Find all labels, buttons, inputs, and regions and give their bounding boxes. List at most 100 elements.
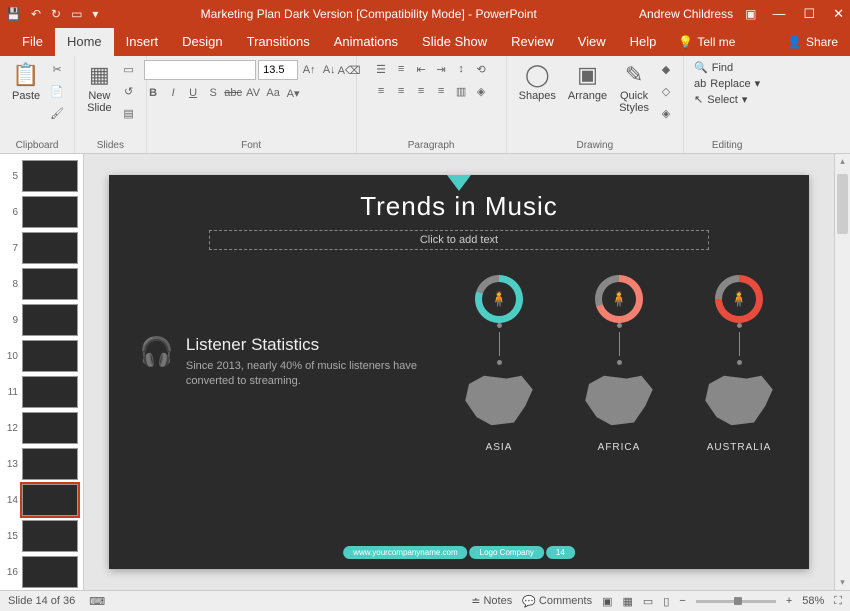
undo-icon[interactable]: ↶: [31, 7, 41, 21]
tab-design[interactable]: Design: [170, 28, 234, 56]
ribbon-options-icon[interactable]: ▣: [745, 7, 756, 21]
font-color-icon[interactable]: A▾: [284, 84, 302, 102]
thumbnail-10[interactable]: 10: [0, 338, 83, 374]
thumbnail-12[interactable]: 12: [0, 410, 83, 446]
notes-button[interactable]: ≐ Notes: [471, 595, 512, 608]
zoom-level[interactable]: 58%: [802, 595, 824, 607]
case-icon[interactable]: Aa: [264, 84, 282, 102]
reading-view-icon[interactable]: ▭: [643, 595, 653, 608]
tab-animations[interactable]: Animations: [322, 28, 410, 56]
smartart-icon[interactable]: ◈: [472, 82, 490, 100]
scroll-up-icon[interactable]: ▴: [835, 156, 850, 167]
new-slide-button[interactable]: ▦New Slide: [83, 60, 115, 116]
slide-thumbnails-panel[interactable]: 5678910111213141516: [0, 154, 84, 590]
strike-button[interactable]: abc: [224, 84, 242, 102]
region-africa[interactable]: 🧍 AFRICA: [579, 275, 659, 453]
tab-help[interactable]: Help: [618, 28, 669, 56]
numbering-icon[interactable]: ≡: [392, 60, 410, 78]
comments-button[interactable]: 💬 Comments: [522, 595, 592, 608]
thumbnail-14[interactable]: 14: [0, 482, 83, 518]
indent-icon[interactable]: ⇥: [432, 60, 450, 78]
slide-canvas-area[interactable]: Trends in Music Click to add text 🎧 List…: [84, 154, 834, 590]
select-button[interactable]: ↖Select ▾: [692, 92, 762, 107]
region-australia[interactable]: 🧍 AUSTRALIA: [699, 275, 779, 453]
tab-transitions[interactable]: Transitions: [235, 28, 322, 56]
replace-button[interactable]: abReplace ▾: [692, 76, 762, 91]
section-icon[interactable]: ▤: [120, 104, 138, 122]
minimize-icon[interactable]: —: [772, 6, 785, 22]
thumbnail-7[interactable]: 7: [0, 230, 83, 266]
arrange-button[interactable]: ▣Arrange: [564, 60, 611, 104]
cut-icon[interactable]: ✂: [48, 60, 66, 78]
format-painter-icon[interactable]: 🖌: [48, 104, 66, 122]
shape-fill-icon[interactable]: ◆: [657, 60, 675, 78]
reset-icon[interactable]: ↺: [120, 82, 138, 100]
align-center-icon[interactable]: ≡: [392, 82, 410, 100]
align-left-icon[interactable]: ≡: [372, 82, 390, 100]
slide-position[interactable]: Slide 14 of 36: [8, 595, 75, 607]
tell-me-input[interactable]: 💡 Tell me: [678, 35, 735, 49]
scroll-thumb[interactable]: [837, 174, 848, 234]
grow-font-icon[interactable]: A↑: [300, 61, 318, 79]
thumbnail-9[interactable]: 9: [0, 302, 83, 338]
normal-view-icon[interactable]: ▣: [602, 595, 612, 608]
redo-icon[interactable]: ↻: [51, 7, 61, 21]
thumbnail-6[interactable]: 6: [0, 194, 83, 230]
tab-insert[interactable]: Insert: [114, 28, 171, 56]
copy-icon[interactable]: 📄: [48, 82, 66, 100]
layout-icon[interactable]: ▭: [120, 60, 138, 78]
underline-button[interactable]: U: [184, 84, 202, 102]
sorter-view-icon[interactable]: ▦: [623, 595, 633, 608]
zoom-slider[interactable]: [696, 600, 776, 603]
thumbnail-15[interactable]: 15: [0, 518, 83, 554]
stats-section[interactable]: 🎧 Listener Statistics Since 2013, nearly…: [139, 335, 449, 390]
thumbnail-5[interactable]: 5: [0, 158, 83, 194]
bullets-icon[interactable]: ☰: [372, 60, 390, 78]
spell-check-icon[interactable]: ⌨: [89, 595, 105, 608]
char-spacing-icon[interactable]: AV: [244, 84, 262, 102]
tab-review[interactable]: Review: [499, 28, 566, 56]
align-right-icon[interactable]: ≡: [412, 82, 430, 100]
line-spacing-icon[interactable]: ↕: [452, 60, 470, 78]
find-button[interactable]: 🔍Find: [692, 60, 762, 75]
shadow-button[interactable]: S: [204, 84, 222, 102]
zoom-out-icon[interactable]: −: [679, 595, 685, 607]
quick-styles-button[interactable]: ✎Quick Styles: [615, 60, 653, 116]
clear-format-icon[interactable]: A⌫: [340, 61, 358, 79]
shape-effects-icon[interactable]: ◈: [657, 104, 675, 122]
save-icon[interactable]: 💾: [6, 7, 21, 21]
thumbnail-13[interactable]: 13: [0, 446, 83, 482]
thumbnail-8[interactable]: 8: [0, 266, 83, 302]
slide-canvas[interactable]: Trends in Music Click to add text 🎧 List…: [109, 175, 809, 569]
shrink-font-icon[interactable]: A↓: [320, 61, 338, 79]
italic-button[interactable]: I: [164, 84, 182, 102]
zoom-in-icon[interactable]: +: [786, 595, 792, 607]
justify-icon[interactable]: ≡: [432, 82, 450, 100]
subtitle-placeholder[interactable]: Click to add text: [209, 230, 709, 250]
shapes-button[interactable]: ◯Shapes: [515, 60, 560, 104]
thumbnail-11[interactable]: 11: [0, 374, 83, 410]
fit-icon[interactable]: ⛶: [834, 595, 842, 608]
start-icon[interactable]: ▭: [71, 7, 82, 21]
tab-view[interactable]: View: [566, 28, 618, 56]
tab-slideshow[interactable]: Slide Show: [410, 28, 499, 56]
font-size-input[interactable]: [258, 60, 298, 80]
tab-home[interactable]: Home: [55, 28, 114, 56]
vertical-scrollbar[interactable]: ▴ ▾: [834, 154, 850, 590]
text-direction-icon[interactable]: ⟲: [472, 60, 490, 78]
maximize-icon[interactable]: ☐: [803, 6, 815, 22]
qat-dropdown-icon[interactable]: ▾: [92, 7, 98, 21]
tab-file[interactable]: File: [10, 28, 55, 56]
region-asia[interactable]: 🧍 ASIA: [459, 275, 539, 453]
slideshow-view-icon[interactable]: ▯: [663, 595, 669, 608]
dedent-icon[interactable]: ⇤: [412, 60, 430, 78]
shape-outline-icon[interactable]: ◇: [657, 82, 675, 100]
thumbnail-16[interactable]: 16: [0, 554, 83, 590]
bold-button[interactable]: B: [144, 84, 162, 102]
user-name[interactable]: Andrew Childress: [639, 7, 733, 21]
close-icon[interactable]: ✕: [833, 6, 844, 22]
columns-icon[interactable]: ▥: [452, 82, 470, 100]
share-button[interactable]: 👤 Share: [787, 35, 838, 49]
slide-title[interactable]: Trends in Music: [109, 191, 809, 222]
paste-button[interactable]: 📋Paste: [8, 60, 44, 104]
